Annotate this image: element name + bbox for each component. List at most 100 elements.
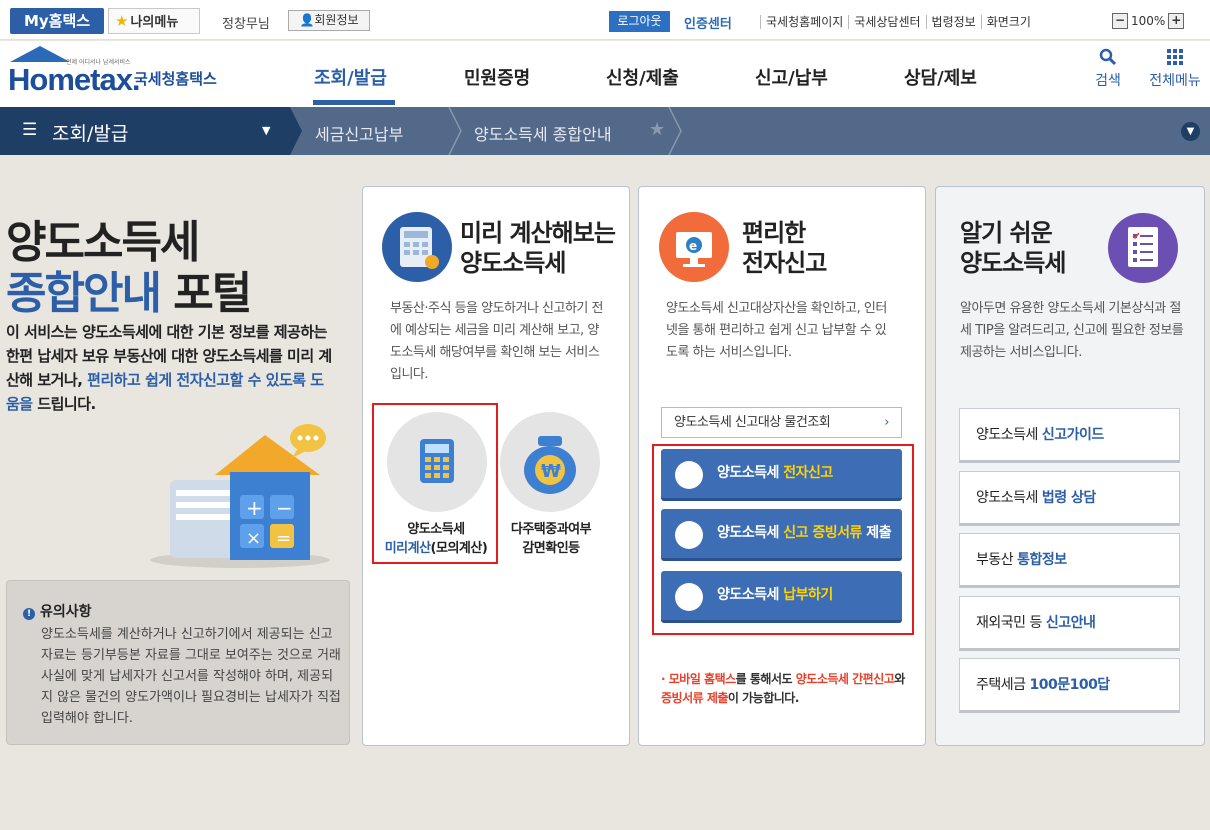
e-filing-icon: e xyxy=(659,212,729,282)
overseas-guide-link[interactable]: 재외국민 등 신고안내 xyxy=(959,596,1180,651)
overseas-label-a: 재외국민 등 xyxy=(976,615,1046,631)
note-part3: 양도소득세 간편신고 xyxy=(795,672,895,686)
faq-label-b: 100문100답 xyxy=(1029,677,1110,693)
target-asset-lookup-button[interactable]: 양도소득세 신고대상 물건조회 › xyxy=(661,407,902,438)
chevron-down-icon[interactable]: ▼ xyxy=(1181,122,1200,141)
cert-center-link[interactable]: 인증센터 xyxy=(684,13,732,32)
search-button[interactable]: 검색 xyxy=(1092,48,1124,90)
nts-homepage-link[interactable]: 국세청홈페이지 xyxy=(760,15,849,29)
my-menu-button[interactable]: ★ 나의메뉴 xyxy=(108,8,200,34)
evidence-label-c: 제출 xyxy=(861,525,892,541)
logo-name: 국세청홈택스 xyxy=(134,70,217,88)
logo-text: Hometax. xyxy=(8,62,141,97)
e-filing-button[interactable]: 양도소득세 전자신고 xyxy=(661,449,902,501)
pre-calc-label-dark: (모의계산) xyxy=(430,541,488,556)
svg-text:×: × xyxy=(246,528,261,549)
gnb-certificates[interactable]: 민원증명 xyxy=(464,64,530,90)
gnb-inquiry[interactable]: 조회/발급 xyxy=(314,64,387,90)
svg-text:−: − xyxy=(276,496,293,520)
note-part6: 이 가능합니다. xyxy=(727,691,799,705)
card3-title-line2: 양도소득세 xyxy=(960,249,1066,277)
logo-roof-shape xyxy=(10,46,70,62)
card2-title-line2: 전자신고 xyxy=(742,249,827,277)
notice-title: ! 유의사항 xyxy=(23,601,92,621)
card2-description: 양도소득세 신고대상자산을 확인하고, 인터넷을 통해 편리하고 쉽게 신고 납… xyxy=(666,301,887,360)
location-third-level[interactable]: 양도소득세 종합안내 xyxy=(474,121,612,145)
utility-links: 국세청홈페이지 국세상담센터 법령정보 화면크기 xyxy=(760,13,1036,30)
submit-evidence-button[interactable]: 양도소득세 신고 증빙서류 제출 xyxy=(661,509,902,561)
location-first-level[interactable]: ☰ 조회/발급 ▼ xyxy=(0,107,290,155)
pay-label-b: 납부하기 xyxy=(783,587,833,603)
search-icon xyxy=(1099,48,1117,66)
location-second-level[interactable]: 세금신고납부 xyxy=(315,121,403,145)
notice-title-label: 유의사항 xyxy=(40,604,92,620)
location-first-label: 조회/발급 xyxy=(52,123,129,145)
filing-guide-link[interactable]: 양도소득세 신고가이드 xyxy=(959,408,1180,463)
lookup-label: 양도소득세 신고대상 물건조회 xyxy=(674,415,831,430)
zoom-out-button[interactable]: − xyxy=(1112,13,1128,29)
search-label: 검색 xyxy=(1095,73,1121,89)
housing-tax-faq-link[interactable]: 주택세금 100문100답 xyxy=(959,658,1180,713)
payment-icon xyxy=(675,583,703,611)
pay-label-a: 양도소득세 xyxy=(717,587,784,603)
pre-calc-label-line1: 양도소득세 xyxy=(407,522,465,537)
realty-label-a: 부동산 xyxy=(976,552,1018,568)
member-info-button[interactable]: 👤회원정보 xyxy=(288,10,370,31)
card3-title-line1: 알기 쉬운 xyxy=(960,219,1053,247)
mobile-note: · 모바일 홈택스를 통해서도 양도소득세 간편신고와 증빙서류 제출이 가능합… xyxy=(661,670,911,708)
note-part5: 증빙서류 제출 xyxy=(661,691,728,705)
pre-calc-label-blue: 미리계산 xyxy=(384,541,431,556)
multi-house-label[interactable]: 다주택중과여부 감면확인등 xyxy=(492,520,610,558)
gnb-apply[interactable]: 신청/제출 xyxy=(606,64,679,90)
guide-label-a: 양도소득세 xyxy=(976,427,1042,443)
hamburger-icon: ☰ xyxy=(22,120,38,140)
pay-tax-button[interactable]: 양도소득세 납부하기 xyxy=(661,571,902,623)
checklist-icon xyxy=(1108,213,1178,283)
pre-calc-label-line2: 미리계산(모의계산) xyxy=(376,539,496,558)
svg-text:+: + xyxy=(246,496,263,520)
monitor-icon xyxy=(675,461,703,489)
pre-calc-button[interactable] xyxy=(387,412,487,512)
member-info-label: 회원정보 xyxy=(314,13,359,27)
law-info-link[interactable]: 법령정보 xyxy=(925,15,981,29)
user-name: 정창무님 xyxy=(222,17,270,32)
card1-title: 미리 계산해보는 양도소득세 xyxy=(460,218,616,278)
my-hometax-button[interactable]: My홈택스 xyxy=(10,8,104,34)
guide-label-b: 신고가이드 xyxy=(1041,427,1104,443)
document-icon xyxy=(675,521,703,549)
card1-title-line1: 미리 계산해보는 xyxy=(460,219,616,247)
svg-text:=: = xyxy=(276,528,291,549)
law-consult-link[interactable]: 양도소득세 법령 상담 xyxy=(959,471,1180,526)
house-calculator-illustration: + − × = xyxy=(140,420,340,570)
realty-info-link[interactable]: 부동산 통합정보 xyxy=(959,533,1180,588)
svg-text:e: e xyxy=(689,239,697,253)
gnb-report-pay[interactable]: 신고/납부 xyxy=(755,64,828,90)
evidence-label-a: 양도소득세 xyxy=(717,525,784,541)
card3-title: 알기 쉬운 양도소득세 xyxy=(960,218,1066,278)
faq-label-a: 주택세금 xyxy=(976,677,1030,693)
multi-house-label-line2: 감면확인등 xyxy=(522,541,580,556)
zoom-level: 100% xyxy=(1131,14,1166,28)
multi-house-check-button[interactable]: ₩ xyxy=(500,412,600,512)
all-menu-button[interactable]: 전체메뉴 xyxy=(1145,48,1205,90)
breadcrumb-separator xyxy=(448,106,462,156)
grid-icon xyxy=(1167,49,1183,65)
portal-title-dark: 포털 xyxy=(173,268,252,319)
law-label-b: 법령 상담 xyxy=(1041,490,1096,506)
law-label-a: 양도소득세 xyxy=(976,490,1042,506)
nts-counsel-link[interactable]: 국세상담센터 xyxy=(848,15,926,29)
note-part4: 와 xyxy=(894,672,905,686)
logout-button[interactable]: 로그아웃 xyxy=(609,11,670,32)
favorite-star-icon[interactable]: ★ xyxy=(649,119,665,140)
zoom-in-button[interactable]: + xyxy=(1168,13,1185,29)
overseas-label-b: 신고안내 xyxy=(1045,615,1096,631)
breadcrumb-separator xyxy=(668,106,682,156)
chevron-right-icon: › xyxy=(884,415,889,430)
notice-body: 양도소득세를 계산하거나 신고하기에서 제공되는 신고 자료는 등기부등본 자료… xyxy=(41,627,341,726)
hometax-logo[interactable]: Hometax. xyxy=(8,62,141,98)
realty-label-b: 통합정보 xyxy=(1017,552,1067,568)
dropdown-icon: ▼ xyxy=(262,124,271,137)
portal-title-blue: 종합안내 xyxy=(6,268,162,319)
pre-calc-label[interactable]: 양도소득세미리계산(모의계산) xyxy=(376,520,496,558)
gnb-consult[interactable]: 상담/제보 xyxy=(904,64,977,90)
